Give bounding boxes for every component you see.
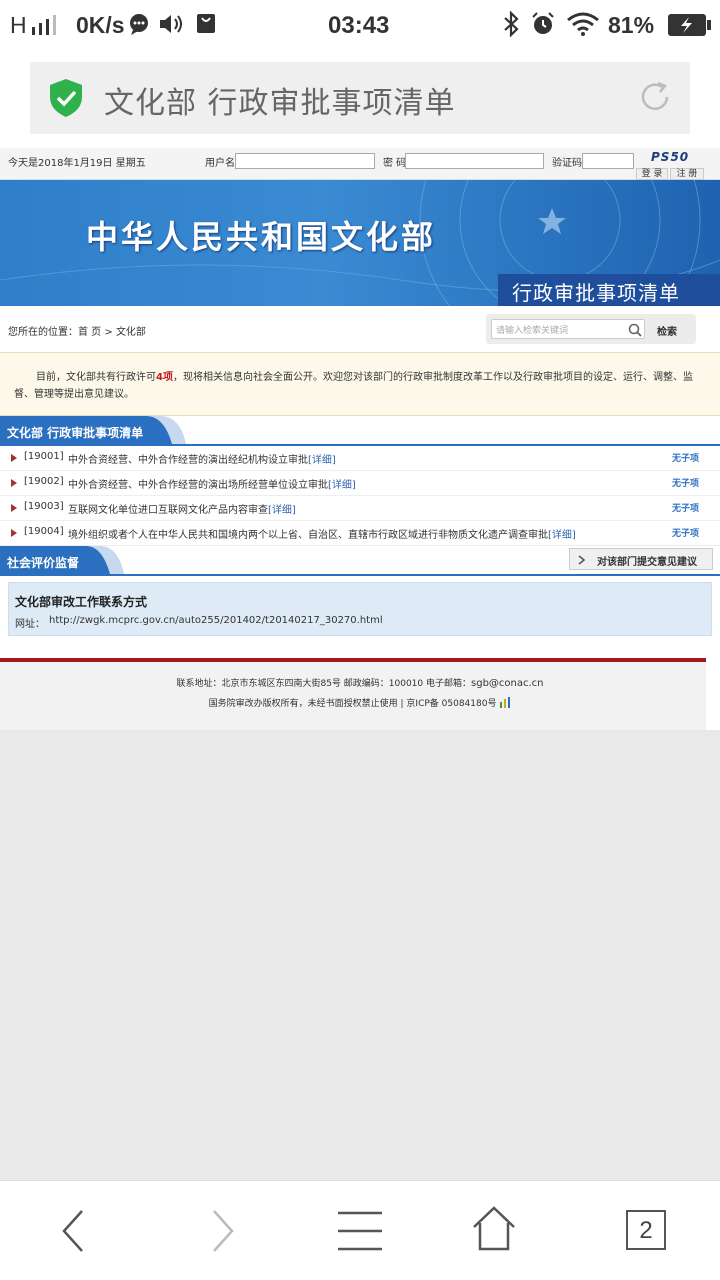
contact-box: 文化部审改工作联系方式 网址： http://zwgk.mcprc.gov.cn… (8, 582, 712, 636)
item-code: [19004] (24, 526, 64, 537)
tabs-count: 2 (639, 1217, 653, 1244)
register-button[interactable]: 注 册 (670, 168, 704, 180)
item-detail-link[interactable]: [详细] (268, 505, 296, 516)
notice-text-rest: ，现将相关信息向社会全面公开。欢迎您对该部门的行政审批制度改革工作以及行政审批项… (172, 372, 693, 383)
browser-nav-bar: 2 (0, 1180, 720, 1280)
item-code: [19001] (24, 451, 64, 462)
stats-icon[interactable] (499, 696, 511, 708)
refresh-icon[interactable] (638, 80, 672, 114)
breadcrumb-current: 文化部 (115, 327, 146, 338)
item-subitem-link[interactable]: 无子项 (672, 476, 699, 489)
volume-icon (160, 15, 182, 33)
login-button[interactable]: 登 录 (636, 168, 668, 180)
notice-count: 4项 (156, 372, 173, 383)
captcha-label: 验证码 (552, 158, 582, 169)
item-subitem-link[interactable]: 无子项 (672, 501, 699, 514)
battery-percent: 81% (608, 12, 655, 38)
footer-email[interactable]: sgb@conac.cn (471, 678, 544, 689)
notice-line-2: 督、管理等提出意见建议。 (14, 389, 134, 400)
search-icon (628, 323, 642, 337)
battery-charging-icon (668, 14, 711, 36)
list-item[interactable]: [19003] 互联网文化单位进口互联网文化产品内容审查[详细] 无子项 (0, 496, 720, 521)
captcha-image[interactable]: PS50 (651, 150, 689, 164)
chat-icon (130, 14, 148, 35)
username-label: 用户名 (205, 158, 235, 169)
item-detail-link[interactable]: [详细] (308, 455, 336, 466)
list-item[interactable]: [19001] 中外合资经营、中外合作经营的演出经纪机构设立审批[详细] 无子项 (0, 446, 720, 471)
item-name[interactable]: 境外组织或者个人在中华人民共和国境内两个以上省、自治区、直辖市行政区域进行非物质… (68, 526, 576, 541)
contact-title: 文化部审改工作联系方式 (15, 595, 148, 609)
signal-type: H (10, 12, 27, 38)
search-button[interactable]: 检索 (657, 323, 677, 338)
captcha-input[interactable] (582, 153, 634, 169)
chevron-right-icon (578, 555, 586, 565)
item-detail-link[interactable]: [详细] (328, 480, 356, 491)
tabs-button[interactable]: 2 (626, 1210, 666, 1250)
breadcrumb: 您所在的位置：首 页 > 文化部 (8, 323, 146, 338)
bullet-arrow-icon (11, 479, 17, 487)
alarm-icon (532, 12, 554, 34)
section-list-title: 文化部 行政审批事项清单 (7, 426, 144, 440)
footer-address-text: 联系地址：北京市东城区东四南大街85号 邮政编码：100010 电子邮箱： (176, 679, 472, 689)
item-name[interactable]: 中外合资经营、中外合作经营的演出经纪机构设立审批[详细] (68, 451, 336, 466)
item-code: [19002] (24, 476, 64, 487)
list-item[interactable]: [19004] 境外组织或者个人在中华人民共和国境内两个以上省、自治区、直辖市行… (0, 521, 720, 546)
item-subitem-link[interactable]: 无子项 (672, 451, 699, 464)
submit-feedback-label: 对该部门提交意见建议 (597, 557, 697, 568)
wifi-icon (567, 12, 599, 36)
username-input[interactable] (235, 153, 375, 169)
bluetooth-icon (504, 11, 519, 37)
notice-box (0, 352, 720, 416)
notice-line-1: 目前，文化部共有行政许可4项，现将相关信息向社会全面公开。欢迎您对该部门的行政审… (36, 368, 706, 383)
clock-time: 03:43 (328, 12, 390, 39)
banner-subtitle: 行政审批事项清单 (512, 281, 680, 305)
bullet-arrow-icon (11, 504, 17, 512)
banner-title: 中华人民共和国文化部 (86, 218, 437, 256)
forward-icon[interactable] (206, 1207, 240, 1255)
list-item[interactable]: [19002] 中外合资经营、中外合作经营的演出场所经营单位设立审批[详细] 无… (0, 471, 720, 496)
shopping-bag-icon (197, 14, 215, 33)
status-bar: H 0K/s 03:43 81% (0, 0, 720, 50)
notice-text: 目前，文化部共有行政许可 (36, 372, 156, 383)
password-input[interactable] (405, 153, 544, 169)
back-icon[interactable] (56, 1207, 90, 1255)
network-speed: 0K/s (76, 12, 125, 38)
date-text: 今天是2018年1月19日 星期五 (8, 158, 146, 169)
submit-feedback-button[interactable]: 对该部门提交意见建议 (569, 548, 713, 570)
breadcrumb-separator: > (101, 327, 116, 338)
menu-icon[interactable] (336, 1209, 384, 1253)
footer-copyright: 国务院审改办版权所有，未经书面授权禁止使用 | 京ICP备 05084180号 (0, 696, 720, 709)
page-title: 文化部 行政审批事项清单 (104, 86, 456, 121)
contact-url-label: 网址： (15, 619, 45, 630)
item-name[interactable]: 中外合资经营、中外合作经营的演出场所经营单位设立审批[详细] (68, 476, 356, 491)
approval-items-list: [19001] 中外合资经营、中外合作经营的演出经纪机构设立审批[详细] 无子项… (0, 446, 720, 546)
bullet-arrow-icon (11, 529, 17, 537)
section-eval-title: 社会评价监督 (7, 556, 80, 570)
footer-copyright-text: 国务院审改办版权所有，未经书面授权禁止使用 | 京ICP备 05084180号 (208, 699, 497, 709)
secure-shield-icon (50, 79, 82, 117)
bullet-arrow-icon (11, 454, 17, 462)
footer (0, 658, 706, 730)
home-icon[interactable] (470, 1205, 518, 1253)
signal-bars-icon (32, 15, 56, 35)
item-name[interactable]: 互联网文化单位进口互联网文化产品内容审查[详细] (68, 501, 296, 516)
contact-url[interactable]: http://zwgk.mcprc.gov.cn/auto255/201402/… (49, 615, 383, 626)
footer-address: 联系地址：北京市东城区东四南大街85号 邮政编码：100010 电子邮箱：sgb… (0, 676, 720, 689)
item-code: [19003] (24, 501, 64, 512)
search-input[interactable]: 请输入检索关键词 (491, 319, 645, 339)
password-label: 密 码 (383, 158, 407, 169)
search-placeholder: 请输入检索关键词 (496, 326, 569, 336)
item-detail-link[interactable]: [详细] (548, 530, 576, 541)
breadcrumb-prefix: 您所在的位置： (8, 327, 78, 338)
item-subitem-link[interactable]: 无子项 (672, 526, 699, 539)
breadcrumb-home[interactable]: 首 页 (78, 327, 101, 338)
